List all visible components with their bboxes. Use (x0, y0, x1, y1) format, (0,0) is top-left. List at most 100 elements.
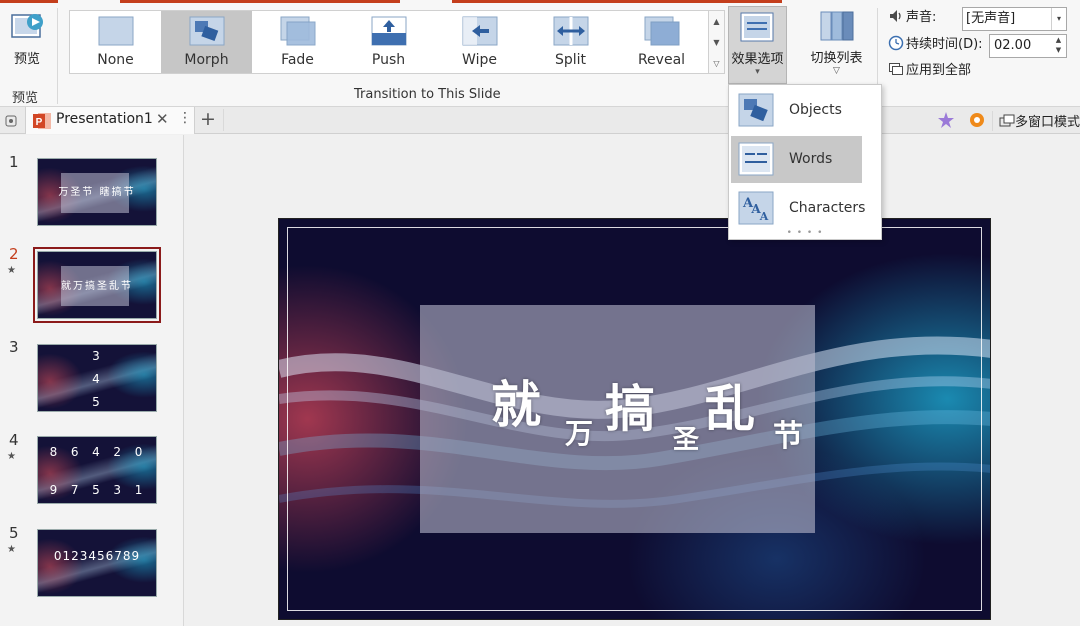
slide-thumbnail-4[interactable]: 8 6 4 2 0 9 7 5 3 1 (37, 436, 157, 504)
menu-item-objects[interactable]: Objects (731, 87, 862, 134)
switch-list-button[interactable]: 切换列表 ▽ (805, 6, 868, 84)
tab-separator (992, 111, 993, 131)
slide-title-char: 乱 (705, 379, 755, 438)
transition-label: Fade (281, 52, 314, 68)
transition-label: Wipe (462, 52, 497, 68)
document-tab-bar: P Presentation1 ✕ ⋮ + 多窗口模式 (0, 107, 1080, 134)
transition-label: Reveal (637, 52, 686, 68)
slide-title-char: 节 (773, 419, 803, 454)
sound-value: [无声音] (966, 11, 1016, 26)
words-icon (738, 142, 774, 176)
effect-options-icon (740, 12, 774, 42)
reveal-transition-icon (644, 16, 680, 46)
gallery-scroll-down-icon[interactable]: ▼ (709, 32, 724, 53)
push-transition-icon (371, 16, 407, 46)
split-transition-icon (553, 16, 589, 46)
transition-group-label: Transition to This Slide (354, 87, 501, 102)
svg-text:P: P (36, 117, 43, 128)
sound-select[interactable]: [无声音] ▾ (962, 7, 1067, 31)
transition-wipe[interactable]: Wipe (434, 11, 525, 73)
preview-group-label: 预览 (12, 91, 39, 106)
transition-fade[interactable]: Fade (252, 11, 343, 73)
slide-title-char: 圣 (673, 425, 700, 455)
slide-title-char: 就 (491, 375, 541, 434)
effect-options-menu: Objects Words AAA Characters • • • • (728, 84, 882, 240)
ribbon-separator (877, 8, 878, 84)
characters-icon: AAA (738, 191, 774, 225)
thumbnail-text: 8 6 4 2 0 (49, 445, 145, 459)
settings-icon[interactable] (967, 110, 987, 130)
animation-star-icon: ★ (7, 451, 16, 462)
transition-label: Morph (184, 52, 229, 68)
slide-number: 4 (9, 431, 19, 449)
multi-window-button[interactable]: 多窗口模式 (999, 111, 1080, 130)
ribbon-separator (57, 8, 58, 104)
thumbnail-text: 万圣节 瞎搞节 (58, 187, 136, 198)
thumbnail-text: 3 (92, 349, 102, 363)
new-tab-icon[interactable]: + (200, 108, 216, 130)
transition-push[interactable]: Push (343, 11, 434, 73)
thumbnail-text: 0123456789 (53, 549, 141, 563)
document-tab-title: Presentation1 (56, 111, 153, 127)
duration-label: 持续时间(D): (906, 37, 983, 52)
slide-number: 2 (9, 245, 19, 263)
wipe-transition-icon (462, 16, 498, 46)
transition-label: Push (371, 52, 406, 68)
duration-value: 02.00 (994, 38, 1032, 53)
effect-options-label: 效果选项 (731, 52, 784, 67)
duration-spinner-icon[interactable]: ▲ ▼ (1051, 35, 1066, 57)
slide-thumbnail-1[interactable]: 万圣节 瞎搞节 (37, 158, 157, 226)
menu-item-characters[interactable]: AAA Characters (731, 185, 865, 232)
duration-input[interactable]: 02.00 ▲ ▼ (989, 34, 1067, 58)
preview-button[interactable]: 预览 (4, 8, 50, 68)
switch-list-arrow-icon: ▽ (833, 66, 840, 76)
gallery-more-icon[interactable]: ▽ (709, 53, 724, 74)
sound-dropdown-icon[interactable]: ▾ (1051, 8, 1066, 30)
multi-window-icon (999, 114, 1015, 127)
transition-split[interactable]: Split (525, 11, 616, 73)
gallery-scroll-up-icon[interactable]: ▲ (709, 11, 724, 32)
powerpoint-icon: P (33, 113, 51, 129)
transition-gallery: None Morph Fade Push Wipe Split Reveal (69, 10, 709, 74)
slide-thumbnail-panel: 1 万圣节 瞎搞节 2 ★ 就万搞圣乱节 3 3 4 5 4 ★ 8 6 4 2… (0, 135, 184, 626)
preview-label: 预览 (13, 52, 40, 67)
menu-item-label: Words (789, 151, 833, 167)
switch-list-icon (820, 11, 854, 41)
svg-text:A: A (759, 210, 769, 223)
thumbnail-text: 4 (92, 372, 102, 386)
transition-reveal[interactable]: Reveal (616, 11, 707, 73)
menu-resize-grip-icon[interactable]: • • • • (729, 228, 881, 238)
clock-icon (888, 35, 904, 51)
menu-item-label: Objects (789, 102, 842, 118)
close-tab-icon[interactable]: ✕ (156, 110, 169, 128)
ribbon-accent-right (452, 0, 782, 3)
preview-icon (11, 14, 43, 38)
transition-label: Split (554, 52, 587, 68)
apply-all-button[interactable]: 应用到全部 (888, 60, 971, 82)
main-slide[interactable]: 就 万 搞 圣 乱 节 (278, 218, 991, 620)
pin-tab-icon[interactable] (3, 112, 21, 130)
morph-transition-icon (189, 16, 225, 46)
slide-thumbnail-2[interactable]: 就万搞圣乱节 (37, 251, 157, 319)
thumbnail-background (38, 530, 156, 596)
tab-menu-icon[interactable]: ⋮ (178, 110, 192, 126)
transition-label: None (97, 52, 134, 68)
slide-thumbnail-5[interactable]: 0123456789 (37, 529, 157, 597)
slide-thumbnail-3[interactable]: 3 4 5 (37, 344, 157, 412)
ribbon-accent-mid (120, 0, 400, 3)
apply-all-icon (889, 63, 903, 75)
slide-number: 1 (9, 153, 19, 171)
thumbnail-text: 就万搞圣乱节 (61, 281, 133, 292)
gallery-scroll: ▲ ▼ ▽ (709, 10, 725, 74)
menu-item-words[interactable]: Words (731, 136, 862, 183)
sound-row: 声音: (888, 7, 936, 29)
transition-morph[interactable]: Morph (161, 11, 252, 73)
slide-number: 5 (9, 524, 19, 542)
magic-wand-icon[interactable] (936, 110, 956, 130)
sound-label: 声音: (906, 10, 937, 25)
ribbon-accent-left (0, 0, 58, 3)
transition-none[interactable]: None (70, 11, 161, 73)
effect-options-button[interactable]: 效果选项 ▾ (728, 6, 787, 84)
document-tab[interactable]: P Presentation1 ✕ ⋮ (25, 107, 195, 134)
tab-separator (223, 109, 224, 131)
